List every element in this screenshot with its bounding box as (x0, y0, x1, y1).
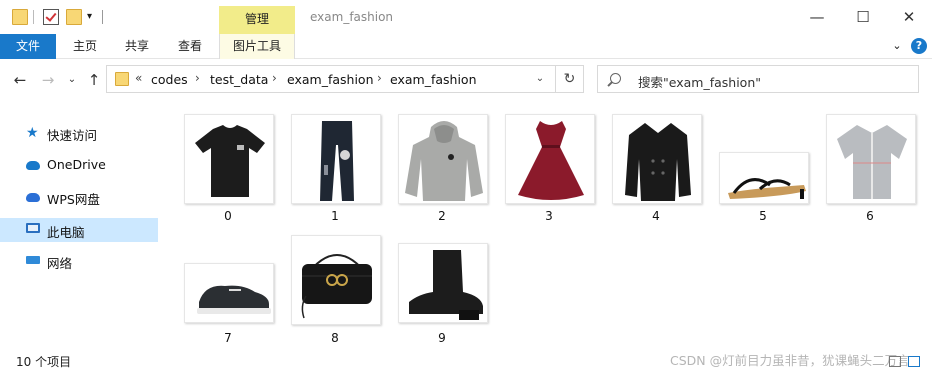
file-name: 5 (759, 209, 767, 223)
file-item[interactable]: 4 (604, 114, 708, 226)
search-icon (610, 73, 621, 84)
computer-icon (26, 223, 40, 233)
breadcrumb-test-data[interactable]: test_data (210, 72, 268, 87)
file-name: 1 (331, 209, 339, 223)
breadcrumb-exam-fashion[interactable]: exam_fashion (287, 72, 374, 87)
hoodie-thumbnail (398, 114, 488, 204)
breadcrumb-codes[interactable]: codes (151, 72, 188, 87)
forward-button[interactable]: → (38, 69, 58, 91)
nav-item-label: WPS网盘 (47, 192, 100, 207)
file-name: 4 (652, 209, 660, 223)
manage-tab[interactable]: 管理 (219, 6, 295, 34)
toolbar-divider (33, 10, 34, 24)
file-name: 9 (438, 331, 446, 345)
file-item[interactable]: 1 (283, 114, 387, 226)
tab-view[interactable]: 查看 (165, 34, 215, 59)
back-button[interactable]: ← (10, 69, 30, 91)
address-row: ← → ⌄ ↑ « codes › test_data › exam_fashi… (0, 60, 932, 100)
handbag-thumbnail (291, 235, 381, 325)
status-bar: 10 个项目 CSDN @灯前目力虽非昔，犹课蝇头二万言 (0, 350, 932, 370)
navigation-pane: ★ 快速访问 OneDrive WPS网盘 此电脑 网络 (0, 100, 160, 350)
shirt-thumbnail (826, 114, 916, 204)
tshirt-thumbnail (184, 114, 274, 204)
file-name: 8 (331, 331, 339, 345)
watermark: CSDN @灯前目力虽非昔，犹课蝇头二万言 (670, 353, 910, 368)
file-name: 3 (545, 209, 553, 223)
file-name: 6 (866, 209, 874, 223)
details-view-icon[interactable] (889, 356, 901, 367)
nav-item-label: OneDrive (47, 157, 106, 172)
jeans-thumbnail (291, 114, 381, 204)
coat-thumbnail (612, 114, 702, 204)
nav-item-this-pc[interactable]: 此电脑 (0, 218, 158, 242)
file-item[interactable]: 0 (176, 114, 280, 226)
file-list: 0 1 2 3 4 5 6 7 8 9 (160, 100, 932, 350)
sneaker-thumbnail (184, 263, 274, 323)
help-icon[interactable]: ? (911, 38, 927, 54)
item-count: 10 个项目 (16, 355, 72, 369)
breadcrumb-overflow[interactable]: « (135, 71, 142, 85)
nav-item-label: 此电脑 (47, 225, 85, 240)
large-icons-view-icon[interactable] (908, 356, 920, 367)
cloud-icon (26, 161, 40, 170)
customize-quick-access-icon[interactable]: ▾ (87, 11, 92, 22)
minimize-button[interactable]: — (794, 0, 840, 34)
nav-item-wps[interactable]: WPS网盘 (0, 185, 158, 209)
tab-file[interactable]: 文件 (0, 34, 56, 59)
file-item[interactable]: 5 (711, 114, 815, 226)
nav-item-onedrive[interactable]: OneDrive (0, 153, 158, 177)
wps-cloud-icon (26, 193, 40, 202)
toolbar-divider (102, 10, 103, 24)
address-bar[interactable]: « codes › test_data › exam_fashion › exa… (106, 65, 556, 93)
file-name: 2 (438, 209, 446, 223)
file-item[interactable]: 7 (176, 233, 280, 345)
star-icon: ★ (26, 125, 39, 141)
window-title: exam_fashion (310, 10, 394, 24)
nav-item-quick-access[interactable]: ★ 快速访问 (0, 121, 158, 145)
ribbon-collapse-icon[interactable]: ⌄ (889, 38, 905, 54)
properties-icon[interactable] (43, 9, 59, 25)
file-item[interactable]: 9 (390, 233, 494, 345)
tab-home[interactable]: 主页 (60, 34, 110, 59)
file-name: 0 (224, 209, 232, 223)
network-icon (26, 256, 40, 264)
nav-item-label: 网络 (47, 256, 73, 271)
file-name: 7 (224, 331, 232, 345)
tab-picture-tools[interactable]: 图片工具 (219, 34, 295, 59)
file-item[interactable]: 8 (283, 233, 387, 345)
title-bar: ▾ 管理 exam_fashion — ☐ ✕ (0, 0, 932, 34)
folder-icon (115, 72, 129, 86)
recent-locations-button[interactable]: ⌄ (62, 69, 82, 91)
folder-icon (12, 9, 28, 25)
up-button[interactable]: ↑ (84, 69, 104, 91)
breadcrumb-separator[interactable]: › (272, 71, 277, 85)
refresh-button[interactable]: ↻ (556, 65, 584, 93)
breadcrumb-separator[interactable]: › (195, 71, 200, 85)
sandal-thumbnail (719, 152, 809, 204)
tab-share[interactable]: 共享 (112, 34, 162, 59)
search-box[interactable]: 搜索"exam_fashion" (597, 65, 919, 93)
file-item[interactable]: 2 (390, 114, 494, 226)
file-item[interactable]: 3 (497, 114, 601, 226)
dress-thumbnail (505, 114, 595, 204)
boot-thumbnail (398, 243, 488, 323)
new-folder-icon[interactable] (66, 9, 82, 25)
ribbon: 文件 主页 共享 查看 图片工具 ⌄ ? (0, 34, 932, 59)
search-input[interactable]: 搜索"exam_fashion" (638, 72, 761, 91)
maximize-button[interactable]: ☐ (840, 0, 886, 34)
nav-item-label: 快速访问 (47, 128, 98, 143)
breadcrumb-exam-fashion-current[interactable]: exam_fashion (390, 72, 477, 87)
address-dropdown-icon[interactable]: ⌄ (531, 70, 549, 88)
close-button[interactable]: ✕ (886, 0, 932, 34)
breadcrumb-separator[interactable]: › (377, 71, 382, 85)
file-item[interactable]: 6 (818, 114, 922, 226)
nav-item-network[interactable]: 网络 (0, 249, 158, 273)
